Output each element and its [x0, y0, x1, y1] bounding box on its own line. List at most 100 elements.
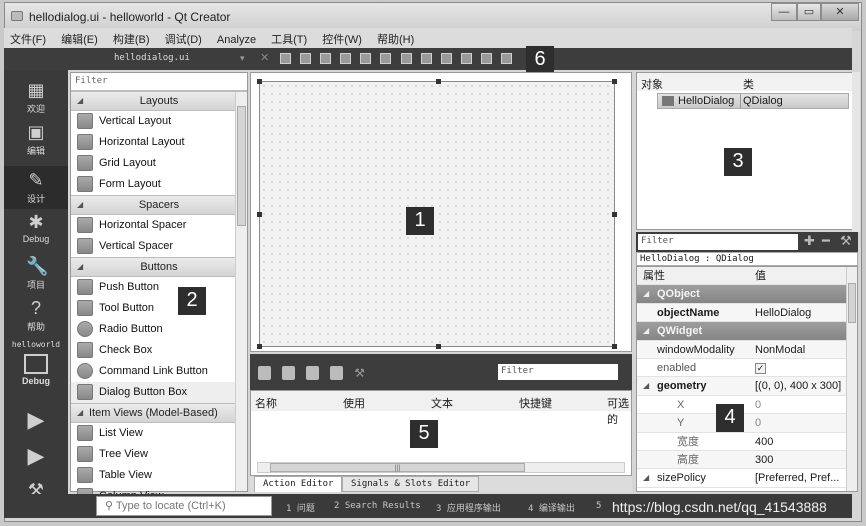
widget-list-view[interactable]: List View — [71, 423, 247, 444]
widget-form-layout[interactable]: Form Layout — [71, 174, 247, 195]
paste-action-icon[interactable] — [306, 366, 320, 380]
resize-handle[interactable] — [612, 79, 617, 84]
mode-projects[interactable]: 🔧 项目 — [4, 256, 68, 291]
menu-file[interactable]: 文件(F) — [4, 28, 52, 50]
property-value[interactable]: 0 — [755, 414, 761, 432]
configure-icon[interactable]: ⚒ — [840, 233, 852, 249]
edit-buddies-icon[interactable] — [320, 52, 332, 64]
property-value[interactable]: 0 — [755, 396, 761, 414]
menu-debug[interactable]: 调试(D) — [159, 28, 208, 50]
widget-vertical-spacer[interactable]: Vertical Spacer — [71, 236, 247, 257]
column-header[interactable]: 使用 — [343, 395, 365, 411]
column-header[interactable]: 名称 — [255, 395, 277, 411]
menu-tools[interactable]: 工具(T) — [265, 28, 313, 50]
property-row-geometry[interactable]: ◢ geometry [(0, 0), 400 x 300] — [637, 377, 857, 396]
add-property-icon[interactable]: ✚ — [804, 233, 815, 249]
category-spacers[interactable]: ◢ Spacers — [71, 195, 247, 215]
layout-vertical-icon[interactable] — [380, 52, 392, 64]
property-value[interactable]: [Preferred, Pref... — [755, 469, 839, 487]
break-layout-icon[interactable] — [480, 52, 492, 64]
property-filter-input[interactable]: Filter — [638, 234, 798, 250]
scrollbar-thumb[interactable] — [237, 106, 246, 226]
widget-box-scrollbar[interactable] — [235, 92, 247, 491]
output-pane-search-results[interactable]: 2 Search Results — [334, 501, 421, 511]
edit-tab-order-icon[interactable] — [340, 52, 352, 64]
widget-command-link-button[interactable]: Command Link Button — [71, 361, 247, 382]
expand-icon[interactable]: ◢ — [643, 377, 649, 395]
resize-handle[interactable] — [257, 344, 262, 349]
widget-radio-button[interactable]: Radio Button — [71, 319, 247, 340]
scrollbar-thumb[interactable]: ||| — [270, 463, 525, 472]
widget-horizontal-layout[interactable]: Horizontal Layout — [71, 132, 247, 153]
widget-horizontal-spacer[interactable]: Horizontal Spacer — [71, 215, 247, 236]
adjust-size-icon[interactable] — [500, 52, 512, 64]
document-dropdown-icon[interactable]: ▾ — [240, 53, 251, 64]
property-value[interactable]: 400 — [755, 433, 773, 451]
mode-design[interactable]: ✎ 设计 — [4, 166, 68, 209]
widget-push-button[interactable]: Push Button — [71, 277, 247, 298]
output-pane-application-output[interactable]: 3 应用程序输出 — [436, 501, 501, 514]
property-group-qwidget[interactable]: ◢ QWidget — [637, 322, 857, 341]
column-header[interactable]: 可选的 — [607, 395, 631, 427]
output-pane-issues[interactable]: 1 问题 — [286, 501, 315, 514]
property-row-x[interactable]: X0 — [637, 396, 857, 415]
widget-grid-layout[interactable]: Grid Layout — [71, 153, 247, 174]
layout-horizontal-icon[interactable] — [360, 52, 372, 64]
widget-tool-button[interactable]: Tool Button — [71, 298, 247, 319]
column-header[interactable]: 文本 — [431, 395, 453, 411]
widget-check-box[interactable]: Check Box — [71, 340, 247, 361]
menu-edit[interactable]: 编辑(E) — [55, 28, 104, 50]
column-header[interactable]: 属性 — [643, 267, 665, 285]
resize-handle[interactable] — [612, 212, 617, 217]
maximize-button[interactable]: ▭ — [797, 3, 821, 21]
layout-grid-icon[interactable] — [440, 52, 452, 64]
menu-analyze[interactable]: Analyze — [211, 31, 262, 49]
new-action-icon[interactable] — [258, 366, 271, 380]
tab-action-editor[interactable]: Action Editor — [254, 476, 343, 492]
object-inspector-scrollbar[interactable] — [852, 72, 860, 232]
layout-form-icon[interactable] — [460, 52, 472, 64]
remove-property-icon[interactable]: ━ — [822, 233, 830, 249]
mode-debug[interactable]: ✱ Debug — [4, 212, 68, 244]
property-group-qobject[interactable]: ◢ QObject — [637, 285, 857, 304]
resize-handle[interactable] — [436, 344, 441, 349]
property-value[interactable]: HelloDialog — [755, 304, 811, 322]
delete-action-icon[interactable] — [330, 366, 344, 380]
minimize-button[interactable]: — — [771, 3, 797, 21]
property-value[interactable]: [(0, 0), 400 x 300] — [755, 377, 841, 395]
property-row-y[interactable]: Y0 — [637, 414, 857, 433]
kit-selector[interactable]: Debug — [4, 354, 68, 386]
resize-handle[interactable] — [612, 344, 617, 349]
hello-dialog-form[interactable] — [257, 79, 617, 349]
menu-widgets[interactable]: 控件(W) — [316, 28, 368, 50]
scrollbar-thumb[interactable] — [848, 283, 856, 323]
action-table-hscrollbar[interactable]: ||| — [257, 462, 625, 473]
property-row-objectname[interactable]: objectName HelloDialog — [637, 303, 857, 323]
mode-welcome[interactable]: ▦ 欢迎 — [4, 80, 68, 115]
tab-signals-slots-editor[interactable]: Signals & Slots Editor — [342, 476, 480, 492]
category-buttons[interactable]: ◢ Buttons — [71, 257, 247, 277]
mode-edit[interactable]: ▣ 编辑 — [4, 122, 68, 157]
property-row-width[interactable]: 宽度 400 — [637, 433, 857, 451]
widget-filter-input[interactable]: Filter — [71, 73, 247, 91]
output-pane-5[interactable]: 5 — [596, 501, 601, 511]
property-value[interactable]: NonModal — [755, 341, 805, 359]
resize-handle[interactable] — [436, 79, 441, 84]
property-row-height[interactable]: 高度 300 — [637, 450, 857, 470]
menu-help[interactable]: 帮助(H) — [371, 28, 420, 50]
column-header[interactable]: 值 — [755, 267, 766, 285]
expand-icon[interactable]: ◢ — [643, 469, 649, 487]
column-header[interactable]: 对象 — [641, 76, 663, 92]
property-row-windowmodality[interactable]: windowModality NonModal — [637, 340, 857, 359]
property-row-sizepolicy[interactable]: ◢ sizePolicy [Preferred, Pref... — [637, 469, 857, 488]
column-header[interactable]: 快捷键 — [519, 395, 552, 411]
resize-handle[interactable] — [257, 79, 262, 84]
copy-action-icon[interactable] — [282, 366, 296, 380]
mode-help[interactable]: ? 帮助 — [4, 298, 68, 333]
layout-horizontal-splitter-icon[interactable] — [400, 52, 412, 64]
output-pane-compile-output[interactable]: 4 编译输出 — [528, 501, 575, 514]
layout-vertical-splitter-icon[interactable] — [420, 52, 432, 64]
property-value[interactable]: 300 — [755, 451, 773, 469]
configure-icon[interactable]: ⚒ — [354, 366, 367, 380]
edit-widgets-icon[interactable] — [280, 52, 292, 64]
